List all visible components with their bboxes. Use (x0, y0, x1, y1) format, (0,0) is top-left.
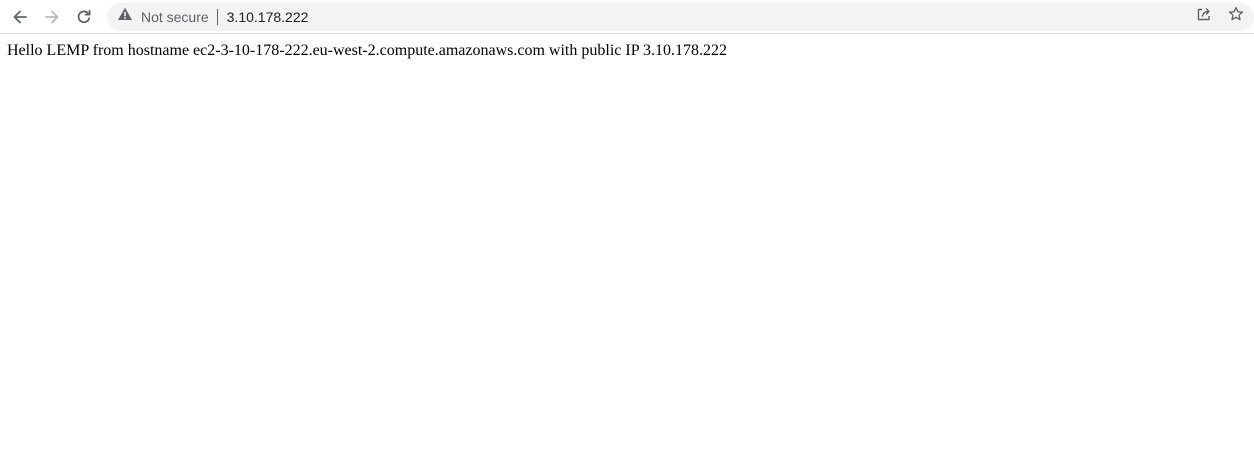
reload-button[interactable] (70, 3, 98, 31)
forward-button[interactable] (38, 3, 66, 31)
arrow-right-icon (43, 8, 61, 26)
star-icon (1228, 6, 1244, 27)
page-body-text: Hello LEMP from hostname ec2-3-10-178-22… (7, 42, 727, 59)
site-info-button[interactable]: Not secure (107, 3, 209, 31)
url-text[interactable]: 3.10.178.222 (227, 9, 309, 25)
address-bar[interactable]: Not secure 3.10.178.222 (106, 2, 1254, 31)
page-content: Hello LEMP from hostname ec2-3-10-178-22… (0, 34, 1254, 455)
browser-toolbar: Not secure 3.10.178.222 (0, 0, 1254, 34)
bookmark-button[interactable] (1222, 3, 1250, 31)
reload-icon (75, 8, 93, 26)
arrow-left-icon (11, 8, 29, 26)
back-button[interactable] (6, 3, 34, 31)
share-icon (1196, 6, 1212, 27)
address-bar-divider (216, 8, 218, 25)
address-bar-actions (1190, 3, 1254, 31)
browser-window: Not secure 3.10.178.222 Hello LEMP from … (0, 0, 1254, 455)
share-button[interactable] (1190, 3, 1218, 31)
security-status-label: Not secure (140, 8, 209, 25)
warning-triangle-icon (117, 6, 133, 27)
